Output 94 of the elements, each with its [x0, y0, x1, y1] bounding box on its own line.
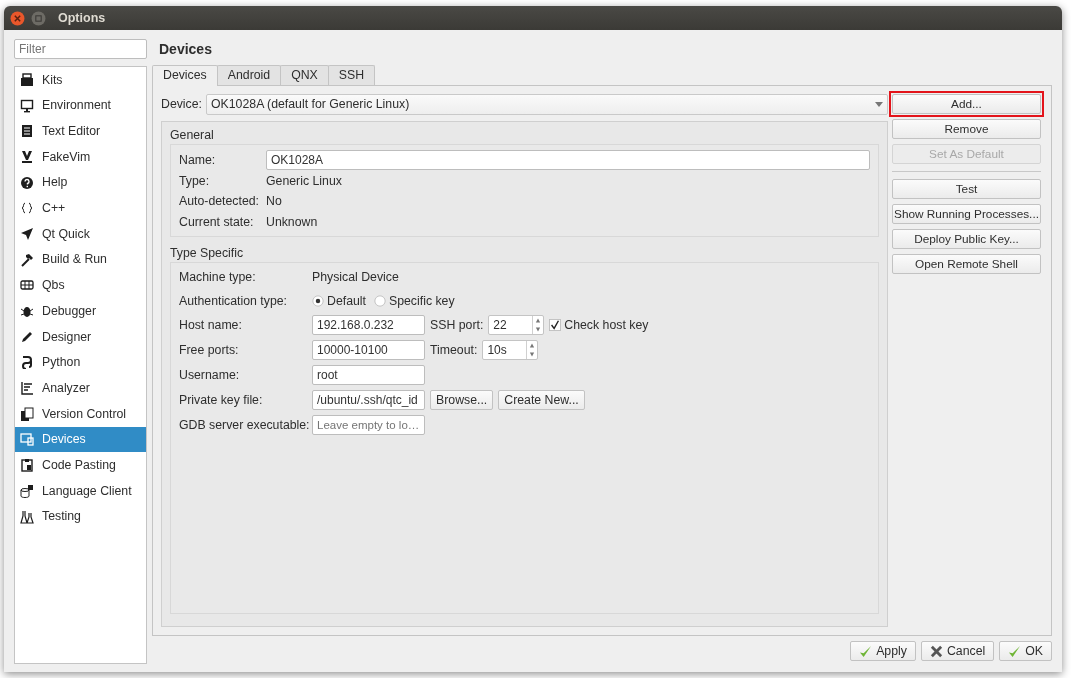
- files-icon: [20, 406, 34, 421]
- dialog-button[interactable]: OK: [999, 641, 1052, 661]
- field-value: Generic Linux: [266, 173, 343, 190]
- bars-icon: [20, 381, 34, 396]
- page-title: Devices: [159, 40, 213, 58]
- sidebar-item[interactable]: Code Pasting: [15, 452, 146, 478]
- field-label: Current state:: [179, 213, 255, 231]
- field-label: SSH port:: [430, 316, 484, 334]
- flask-icon: [20, 509, 34, 524]
- group-title: Type Specific: [170, 245, 245, 263]
- close-icon: [10, 10, 25, 26]
- check-icon: [1008, 644, 1022, 658]
- sidebar-item[interactable]: Environment: [15, 92, 146, 119]
- pencil-icon: [20, 329, 34, 344]
- dialog-button[interactable]: Apply: [850, 641, 916, 661]
- action-button[interactable]: Remove: [892, 119, 1041, 139]
- sidebar-item[interactable]: Python: [15, 349, 146, 376]
- field-label: Device:: [161, 96, 202, 114]
- field-value: No: [266, 193, 283, 211]
- sidebar-item[interactable]: Debugger: [15, 298, 146, 324]
- sidebar-item[interactable]: C++: [15, 195, 146, 222]
- field-label: Timeout:: [430, 341, 478, 359]
- action-button[interactable]: Test: [892, 179, 1041, 199]
- device-icon: [20, 432, 34, 447]
- tab[interactable]: SSH: [327, 65, 376, 85]
- sidebar-item[interactable]: Qt Quick: [15, 221, 146, 247]
- spin-box[interactable]: 10s: [482, 340, 539, 361]
- field-label: Authentication type:: [179, 292, 288, 310]
- field-value: Physical Device: [312, 269, 399, 287]
- sidebar-item[interactable]: Language Client: [15, 478, 146, 504]
- hammer-icon: [20, 252, 34, 267]
- tab[interactable]: QNX: [280, 65, 329, 85]
- filter-field[interactable]: Filter: [14, 39, 147, 59]
- sidebar-item[interactable]: Analyzer: [15, 375, 146, 401]
- check-icon: [859, 644, 873, 658]
- field-label: Name:: [179, 151, 217, 169]
- sidebar-item[interactable]: Testing: [15, 503, 146, 530]
- dialog-button[interactable]: Cancel: [920, 641, 995, 661]
- tab[interactable]: Devices: [152, 65, 218, 86]
- sidebar-item[interactable]: Build & Run: [15, 246, 146, 273]
- field-label: GDB server executable:: [179, 416, 311, 434]
- tab[interactable]: Android: [216, 65, 282, 85]
- sidebar-item[interactable]: Text Editor: [15, 118, 146, 145]
- field-label: Type:: [179, 173, 211, 190]
- action-button[interactable]: Show Running Processes...: [892, 204, 1041, 224]
- maximize-icon: [31, 10, 46, 26]
- text-field[interactable]: 10000-10100: [312, 340, 425, 361]
- radio-button[interactable]: [312, 294, 324, 307]
- grid-icon: [20, 278, 34, 293]
- sidebar-item[interactable]: Version Control: [15, 400, 146, 427]
- checkbox[interactable]: [549, 319, 562, 332]
- text-field[interactable]: root: [312, 365, 425, 386]
- question-icon: [20, 175, 34, 190]
- sidebar-item[interactable]: Qbs: [15, 272, 146, 299]
- action-button[interactable]: Add...: [892, 94, 1041, 114]
- group-title: General: [170, 127, 215, 144]
- field-label: Auto-detected:: [179, 193, 260, 211]
- action-button[interactable]: Open Remote Shell: [892, 254, 1041, 274]
- field-label: Machine type:: [179, 269, 257, 287]
- letter-icon: [20, 149, 34, 164]
- cross-icon: [929, 644, 943, 658]
- spin-box[interactable]: 22: [488, 315, 545, 336]
- toolbox-icon: [20, 72, 34, 87]
- database-icon: [20, 483, 34, 498]
- paper-plane-icon: [20, 226, 34, 241]
- bug-icon: [20, 304, 34, 319]
- browse-button[interactable]: Browse...: [430, 390, 494, 411]
- radio-label: Specific key: [388, 292, 455, 310]
- window-title: Options: [58, 9, 106, 27]
- document-icon: [20, 124, 34, 139]
- monitor-icon: [20, 98, 34, 113]
- sidebar-item[interactable]: Designer: [15, 323, 146, 350]
- sidebar-item[interactable]: FakeVim: [15, 144, 146, 170]
- sidebar-item[interactable]: Devices: [15, 426, 146, 453]
- text-field[interactable]: /ubuntu/.ssh/qtc_id: [312, 390, 425, 411]
- braces-icon: [20, 201, 34, 216]
- text-field[interactable]: Leave empty to lo…: [312, 415, 425, 436]
- caret-icon: [875, 102, 883, 107]
- field-label: Username:: [179, 366, 241, 384]
- radio-label: Default: [327, 292, 366, 310]
- field-label: Free ports:: [179, 341, 240, 359]
- action-button[interactable]: Deploy Public Key...: [892, 229, 1041, 249]
- text-field[interactable]: OK1028A: [266, 150, 870, 170]
- checkbox-label: Check host key: [564, 316, 649, 334]
- clipboard-icon: [20, 458, 34, 473]
- sidebar-item[interactable]: Help: [15, 169, 146, 196]
- text-field[interactable]: 192.168.0.232: [312, 315, 425, 336]
- radio-button[interactable]: [373, 294, 386, 307]
- device-dropdown[interactable]: OK1028A (default for Generic Linux): [206, 94, 888, 115]
- field-label: Host name:: [179, 316, 243, 334]
- field-value: Unknown: [266, 213, 319, 231]
- field-label: Private key file:: [179, 391, 264, 409]
- sidebar-item[interactable]: Kits: [15, 67, 146, 93]
- browse-button[interactable]: Create New...: [498, 390, 585, 411]
